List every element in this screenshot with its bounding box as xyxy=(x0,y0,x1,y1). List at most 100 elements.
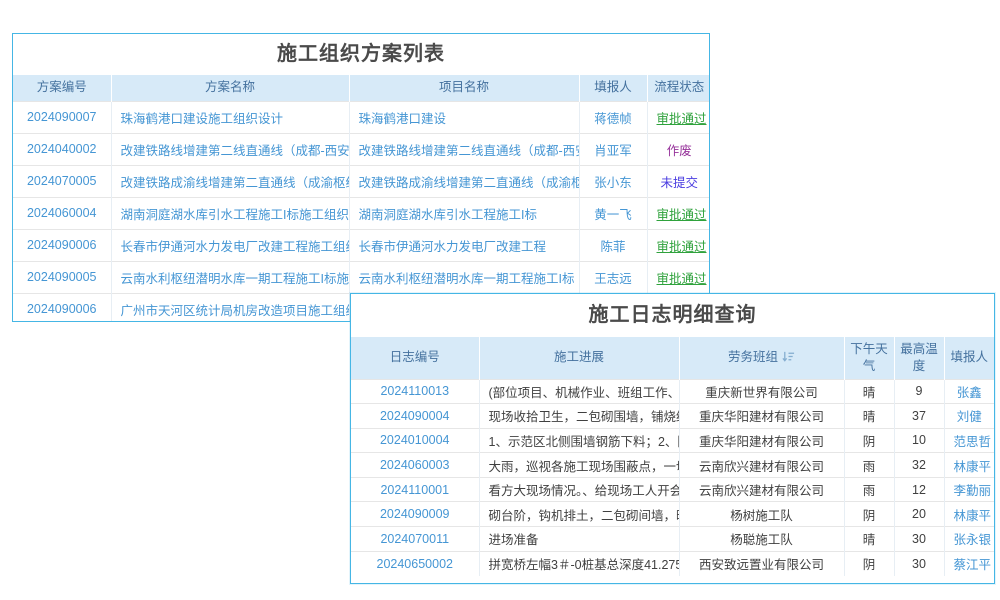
cell-max-temp: 30 xyxy=(894,527,944,552)
panel-title-log-query: 施工日志明细查询 xyxy=(351,294,994,337)
cell-labor-team: 重庆新世界有限公司 xyxy=(679,379,844,404)
cell-weather: 晴 xyxy=(844,379,894,404)
cell-max-temp: 30 xyxy=(894,551,944,576)
cell-project-name[interactable]: 云南水利枢纽潜明水库一期工程施工I标 xyxy=(349,261,579,293)
construction-log-query-panel: 施工日志明细查询 日志编号 施工进展 劳务班组 下午天气 最高温度 填报人 20… xyxy=(350,293,995,584)
column-header-reporter: 填报人 xyxy=(579,75,647,101)
cell-plan-name[interactable]: 广州市天河区统计局机房改造项目施工组织设计 xyxy=(111,293,349,322)
status-badge[interactable]: 未提交 xyxy=(647,165,710,197)
cell-project-name[interactable]: 长春市伊通河水力发电厂改建工程 xyxy=(349,229,579,261)
table-row: 2024090006 长春市伊通河水力发电厂改建工程施工组织设计 长春市伊通河水… xyxy=(13,229,710,261)
table-row: 2024090009 砌台阶，钩机排土，二包砌间墙，晚间加... 杨树施工队 阴… xyxy=(351,502,994,527)
status-badge[interactable]: 审批通过 xyxy=(647,197,710,229)
cell-log-reporter[interactable]: 范思哲 xyxy=(944,428,994,453)
cell-weather: 阴 xyxy=(844,502,894,527)
cell-log-id[interactable]: 2024090004 xyxy=(351,404,479,429)
cell-labor-team: 云南欣兴建材有限公司 xyxy=(679,477,844,502)
cell-plan-id[interactable]: 2024090006 xyxy=(13,229,111,261)
panel-title-plan-list: 施工组织方案列表 xyxy=(13,34,709,75)
cell-weather: 雨 xyxy=(844,453,894,478)
column-header-labor-team: 劳务班组 xyxy=(679,337,844,379)
cell-project-name[interactable]: 湖南洞庭湖水库引水工程施工I标 xyxy=(349,197,579,229)
cell-reporter[interactable]: 陈菲 xyxy=(579,229,647,261)
cell-weather: 阴 xyxy=(844,551,894,576)
cell-project-name[interactable]: 改建铁路线增建第二线直通线（成都-西安... xyxy=(349,133,579,165)
sort-descending-icon[interactable] xyxy=(782,350,795,363)
status-badge[interactable]: 审批通过 xyxy=(647,101,710,133)
column-header-plan-id: 方案编号 xyxy=(13,75,111,101)
status-badge[interactable]: 审批通过 xyxy=(647,229,710,261)
cell-log-reporter[interactable]: 蔡江平 xyxy=(944,551,994,576)
cell-plan-id[interactable]: 2024070005 xyxy=(13,165,111,197)
cell-log-reporter[interactable]: 张鑫 xyxy=(944,379,994,404)
cell-log-reporter[interactable]: 林康平 xyxy=(944,502,994,527)
cell-plan-name[interactable]: 改建铁路线增建第二线直通线（成都-西安）... xyxy=(111,133,349,165)
cell-progress: 拼宽桥左幅3＃-0桩基总深度41.275.今日进... xyxy=(479,551,679,576)
cell-log-id[interactable]: 2024110013 xyxy=(351,379,479,404)
cell-log-id[interactable]: 2024110001 xyxy=(351,477,479,502)
column-header-afternoon-weather: 下午天气 xyxy=(844,337,894,379)
status-badge[interactable]: 作废 xyxy=(647,133,710,165)
cell-plan-name[interactable]: 云南水利枢纽潜明水库一期工程施工I标施工组... xyxy=(111,261,349,293)
cell-plan-id[interactable]: 2024090007 xyxy=(13,101,111,133)
cell-log-reporter[interactable]: 李勤丽 xyxy=(944,477,994,502)
cell-reporter[interactable]: 张小东 xyxy=(579,165,647,197)
cell-progress: 1、示范区北侧围墙钢筋下料；2、围墙地... xyxy=(479,428,679,453)
cell-reporter[interactable]: 黄一飞 xyxy=(579,197,647,229)
cell-max-temp: 32 xyxy=(894,453,944,478)
cell-max-temp: 12 xyxy=(894,477,944,502)
cell-weather: 晴 xyxy=(844,404,894,429)
column-header-log-id: 日志编号 xyxy=(351,337,479,379)
cell-max-temp: 10 xyxy=(894,428,944,453)
construction-plan-list-panel: 施工组织方案列表 方案编号 方案名称 项目名称 填报人 流程状态 2024090… xyxy=(12,33,710,322)
log-table: 日志编号 施工进展 劳务班组 下午天气 最高温度 填报人 2024110013 … xyxy=(351,337,994,576)
plan-table-header-row: 方案编号 方案名称 项目名称 填报人 流程状态 xyxy=(13,75,710,101)
cell-plan-id[interactable]: 2024090005 xyxy=(13,261,111,293)
cell-weather: 雨 xyxy=(844,477,894,502)
labor-team-header-label: 劳务班组 xyxy=(728,350,778,364)
cell-plan-name[interactable]: 改建铁路成渝线增建第二直通线（成渝枢纽）... xyxy=(111,165,349,197)
cell-labor-team: 云南欣兴建材有限公司 xyxy=(679,453,844,478)
cell-max-temp: 20 xyxy=(894,502,944,527)
cell-log-id[interactable]: 2024090009 xyxy=(351,502,479,527)
cell-progress: 看方大现场情况。、给现场工人开会，整... xyxy=(479,477,679,502)
cell-labor-team: 西安致远置业有限公司 xyxy=(679,551,844,576)
cell-weather: 阴 xyxy=(844,428,894,453)
cell-project-name[interactable]: 改建铁路成渝线增建第二直通线（成渝枢... xyxy=(349,165,579,197)
cell-reporter[interactable]: 肖亚军 xyxy=(579,133,647,165)
table-row: 2024090007 珠海鹤港口建设施工组织设计 珠海鹤港口建设 蒋德帧 审批通… xyxy=(13,101,710,133)
log-table-header-row: 日志编号 施工进展 劳务班组 下午天气 最高温度 填报人 xyxy=(351,337,994,379)
cell-reporter[interactable]: 蒋德帧 xyxy=(579,101,647,133)
cell-log-reporter[interactable]: 刘健 xyxy=(944,404,994,429)
cell-project-name[interactable]: 珠海鹤港口建设 xyxy=(349,101,579,133)
cell-log-id[interactable]: 2024060003 xyxy=(351,453,479,478)
table-row: 2024070005 改建铁路成渝线增建第二直通线（成渝枢纽）... 改建铁路成… xyxy=(13,165,710,197)
column-header-log-reporter: 填报人 xyxy=(944,337,994,379)
cell-plan-name[interactable]: 湖南洞庭湖水库引水工程施工I标施工组织设计 xyxy=(111,197,349,229)
table-row: 20240650002 拼宽桥左幅3＃-0桩基总深度41.275.今日进... … xyxy=(351,551,994,576)
cell-log-id[interactable]: 2024010004 xyxy=(351,428,479,453)
cell-log-reporter[interactable]: 张永银 xyxy=(944,527,994,552)
cell-progress: 进场准备 xyxy=(479,527,679,552)
cell-weather: 晴 xyxy=(844,527,894,552)
cell-labor-team: 重庆华阳建材有限公司 xyxy=(679,404,844,429)
cell-progress: (部位项目、机械作业、班组工作、生产... xyxy=(479,379,679,404)
status-badge[interactable]: 审批通过 xyxy=(647,261,710,293)
column-header-plan-name: 方案名称 xyxy=(111,75,349,101)
column-header-progress: 施工进展 xyxy=(479,337,679,379)
cell-plan-id[interactable]: 2024060004 xyxy=(13,197,111,229)
column-header-project-name: 项目名称 xyxy=(349,75,579,101)
cell-max-temp: 9 xyxy=(894,379,944,404)
cell-reporter[interactable]: 王志远 xyxy=(579,261,647,293)
cell-plan-name[interactable]: 珠海鹤港口建设施工组织设计 xyxy=(111,101,349,133)
cell-labor-team: 重庆华阳建材有限公司 xyxy=(679,428,844,453)
cell-log-id[interactable]: 20240650002 xyxy=(351,551,479,576)
cell-plan-id[interactable]: 2024040002 xyxy=(13,133,111,165)
cell-log-id[interactable]: 2024070011 xyxy=(351,527,479,552)
table-row: 2024060003 大雨，巡视各施工现场围蔽点，一切正常... 云南欣兴建材有… xyxy=(351,453,994,478)
cell-log-reporter[interactable]: 林康平 xyxy=(944,453,994,478)
table-row: 2024110013 (部位项目、机械作业、班组工作、生产... 重庆新世界有限… xyxy=(351,379,994,404)
cell-plan-id[interactable]: 2024090006 xyxy=(13,293,111,322)
cell-plan-name[interactable]: 长春市伊通河水力发电厂改建工程施工组织设计 xyxy=(111,229,349,261)
cell-labor-team: 杨聪施工队 xyxy=(679,527,844,552)
